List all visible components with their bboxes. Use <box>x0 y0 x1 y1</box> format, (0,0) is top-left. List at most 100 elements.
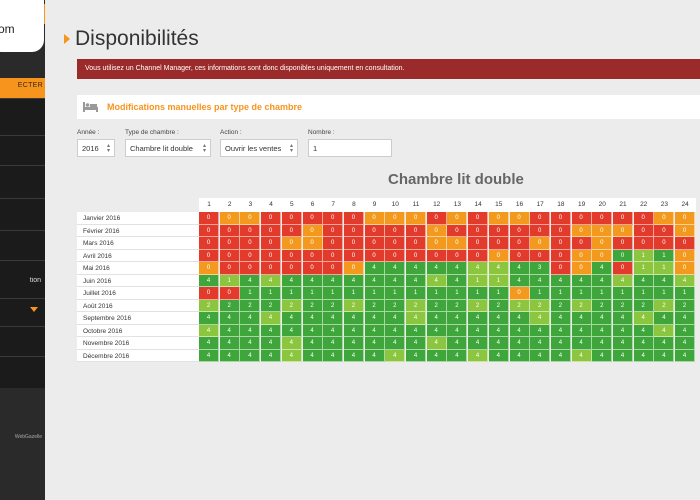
availability-cell[interactable]: 1 <box>364 287 385 300</box>
availability-cell[interactable]: 1 <box>240 287 261 300</box>
nombre-input[interactable]: 1 <box>308 139 392 157</box>
availability-cell[interactable]: 4 <box>240 349 261 362</box>
availability-cell[interactable]: 4 <box>385 324 406 337</box>
availability-cell[interactable]: 0 <box>447 237 468 250</box>
availability-cell[interactable]: 0 <box>675 212 696 225</box>
availability-cell[interactable]: 1 <box>281 287 302 300</box>
availability-cell[interactable]: 4 <box>406 312 426 325</box>
availability-cell[interactable]: 2 <box>343 299 364 312</box>
availability-cell[interactable]: 4 <box>613 337 633 350</box>
availability-cell[interactable]: 4 <box>385 262 406 275</box>
availability-cell[interactable]: 4 <box>550 337 571 350</box>
availability-cell[interactable]: 4 <box>675 312 696 325</box>
availability-cell[interactable]: 0 <box>199 249 219 262</box>
availability-cell[interactable]: 4 <box>613 274 633 287</box>
availability-cell[interactable]: 4 <box>550 324 571 337</box>
availability-cell[interactable]: 0 <box>468 212 489 225</box>
availability-cell[interactable]: 0 <box>240 224 261 237</box>
availability-cell[interactable]: 2 <box>571 299 592 312</box>
availability-cell[interactable]: 0 <box>530 212 551 225</box>
availability-cell[interactable]: 1 <box>406 287 426 300</box>
availability-cell[interactable]: 4 <box>426 324 447 337</box>
availability-cell[interactable]: 4 <box>385 337 406 350</box>
availability-cell[interactable]: 4 <box>261 349 282 362</box>
availability-cell[interactable]: 0 <box>488 212 509 225</box>
availability-cell[interactable]: 0 <box>571 212 592 225</box>
availability-cell[interactable]: 4 <box>592 324 613 337</box>
availability-cell[interactable]: 0 <box>281 212 302 225</box>
availability-cell[interactable]: 0 <box>633 212 654 225</box>
availability-cell[interactable]: 4 <box>364 349 385 362</box>
availability-cell[interactable]: 4 <box>530 349 551 362</box>
availability-cell[interactable]: 0 <box>219 237 240 250</box>
availability-cell[interactable]: 1 <box>468 274 489 287</box>
availability-cell[interactable]: 0 <box>426 237 447 250</box>
availability-cell[interactable]: 0 <box>385 212 406 225</box>
availability-cell[interactable]: 4 <box>530 337 551 350</box>
availability-cell[interactable]: 2 <box>240 299 261 312</box>
availability-cell[interactable]: 4 <box>592 262 613 275</box>
availability-cell[interactable]: 4 <box>592 337 613 350</box>
availability-cell[interactable]: 0 <box>343 212 364 225</box>
annee-select[interactable]: 2016 ▴ ▾ <box>77 139 115 157</box>
availability-cell[interactable]: 0 <box>633 237 654 250</box>
availability-cell[interactable]: 0 <box>530 237 551 250</box>
availability-cell[interactable]: 1 <box>219 274 240 287</box>
sidebar-item-3[interactable] <box>0 165 45 198</box>
availability-cell[interactable]: 4 <box>550 349 571 362</box>
availability-cell[interactable]: 0 <box>675 224 696 237</box>
availability-cell[interactable]: 0 <box>261 224 282 237</box>
availability-cell[interactable]: 0 <box>447 224 468 237</box>
availability-cell[interactable]: 4 <box>468 337 489 350</box>
action-select[interactable]: Ouvrir les ventes ▴ ▾ <box>220 139 298 157</box>
availability-cell[interactable]: 0 <box>592 249 613 262</box>
availability-cell[interactable]: 4 <box>654 337 675 350</box>
availability-cell[interactable]: 0 <box>219 262 240 275</box>
availability-cell[interactable]: 0 <box>261 249 282 262</box>
availability-cell[interactable]: 4 <box>240 337 261 350</box>
availability-cell[interactable]: 1 <box>385 287 406 300</box>
availability-cell[interactable]: 0 <box>592 212 613 225</box>
availability-cell[interactable]: 2 <box>550 299 571 312</box>
availability-cell[interactable]: 0 <box>571 224 592 237</box>
sidebar-item-8[interactable] <box>0 326 45 356</box>
availability-cell[interactable]: 0 <box>302 237 323 250</box>
availability-cell[interactable]: 4 <box>571 349 592 362</box>
connect-button[interactable]: ECTER <box>0 78 45 98</box>
availability-cell[interactable]: 4 <box>323 324 344 337</box>
availability-cell[interactable]: 0 <box>364 237 385 250</box>
availability-cell[interactable]: 0 <box>302 262 323 275</box>
availability-cell[interactable]: 0 <box>530 224 551 237</box>
availability-cell[interactable]: 4 <box>468 349 489 362</box>
availability-cell[interactable]: 4 <box>675 337 696 350</box>
availability-cell[interactable]: 0 <box>261 212 282 225</box>
availability-cell[interactable]: 4 <box>654 324 675 337</box>
availability-cell[interactable]: 4 <box>219 312 240 325</box>
availability-cell[interactable]: 4 <box>364 262 385 275</box>
availability-cell[interactable]: 0 <box>281 224 302 237</box>
availability-cell[interactable]: 4 <box>468 262 489 275</box>
availability-cell[interactable]: 0 <box>219 249 240 262</box>
availability-cell[interactable]: 0 <box>281 237 302 250</box>
availability-cell[interactable]: 0 <box>240 237 261 250</box>
availability-cell[interactable]: 4 <box>447 324 468 337</box>
availability-cell[interactable]: 1 <box>592 287 613 300</box>
availability-cell[interactable]: 2 <box>654 299 675 312</box>
availability-cell[interactable]: 4 <box>261 337 282 350</box>
availability-cell[interactable]: 0 <box>385 237 406 250</box>
availability-cell[interactable]: 4 <box>447 274 468 287</box>
availability-cell[interactable]: 0 <box>530 249 551 262</box>
availability-cell[interactable]: 0 <box>468 237 489 250</box>
availability-cell[interactable]: 4 <box>302 324 323 337</box>
sidebar-item-4[interactable] <box>0 198 45 230</box>
availability-cell[interactable]: 4 <box>488 262 509 275</box>
availability-cell[interactable]: 4 <box>281 337 302 350</box>
availability-cell[interactable]: 0 <box>240 262 261 275</box>
availability-cell[interactable]: 0 <box>675 237 696 250</box>
availability-cell[interactable]: 4 <box>509 349 530 362</box>
availability-cell[interactable]: 2 <box>613 299 633 312</box>
availability-cell[interactable]: 4 <box>509 262 530 275</box>
availability-cell[interactable]: 0 <box>199 262 219 275</box>
availability-cell[interactable]: 0 <box>633 224 654 237</box>
availability-cell[interactable]: 4 <box>571 274 592 287</box>
